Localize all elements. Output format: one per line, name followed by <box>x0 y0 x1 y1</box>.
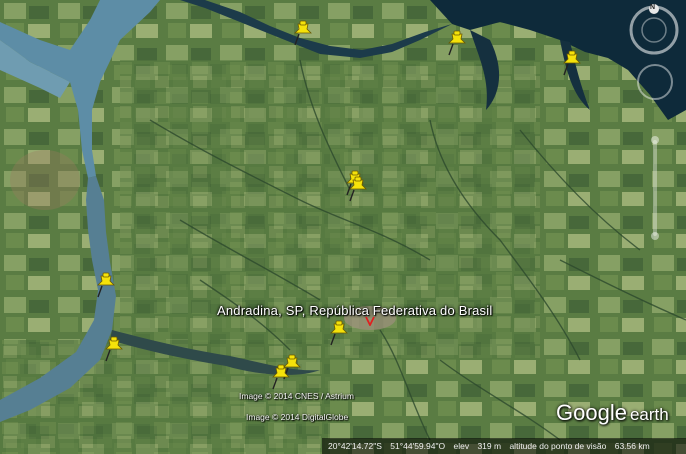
pushpin-icon[interactable] <box>96 272 118 298</box>
logo-suffix: earth <box>629 405 669 424</box>
imagery-credit: Image © 2014 CNES / Astrium <box>239 391 354 401</box>
place-marker-icon[interactable] <box>365 316 375 326</box>
map-viewport[interactable]: Andradina, SP, República Federativa do B… <box>0 0 686 454</box>
elevation-value: 319 m <box>477 441 502 451</box>
pushpin-icon[interactable] <box>447 30 469 56</box>
latitude-readout: 20°42'14.72"S <box>328 441 382 451</box>
pushpin-icon[interactable] <box>329 320 351 346</box>
google-earth-logo: Google earth <box>556 400 669 426</box>
logo-text: Google <box>556 400 627 425</box>
imagery-credit: Image © 2014 DigitalGlobe <box>246 412 349 422</box>
elevation-label: elev <box>453 441 470 451</box>
pushpin-icon[interactable] <box>104 336 126 362</box>
zoom-in-icon[interactable] <box>651 136 659 144</box>
compass-ring-icon[interactable] <box>628 4 680 56</box>
place-label[interactable]: Andradina, SP, República Federativa do B… <box>217 303 492 318</box>
eye-altitude-label: altitude do ponto de visão <box>509 441 607 451</box>
navigation-compass[interactable]: N <box>628 4 680 56</box>
zoom-slider[interactable] <box>650 136 660 240</box>
look-joystick[interactable] <box>637 64 673 100</box>
compass-north-letter: N <box>650 4 656 11</box>
pushpin-icon[interactable] <box>293 20 315 46</box>
zoom-out-icon[interactable] <box>651 232 659 240</box>
longitude-readout: 51°44'59.94"O <box>390 441 446 451</box>
eye-altitude-value: 63.56 km <box>614 441 650 451</box>
pushpin-icon[interactable] <box>562 50 584 76</box>
status-bar: 20°42'14.72"S 51°44'59.94"O elev 319 m a… <box>322 438 686 454</box>
pushpin-icon[interactable] <box>348 176 370 202</box>
pushpin-icon[interactable] <box>271 364 293 390</box>
